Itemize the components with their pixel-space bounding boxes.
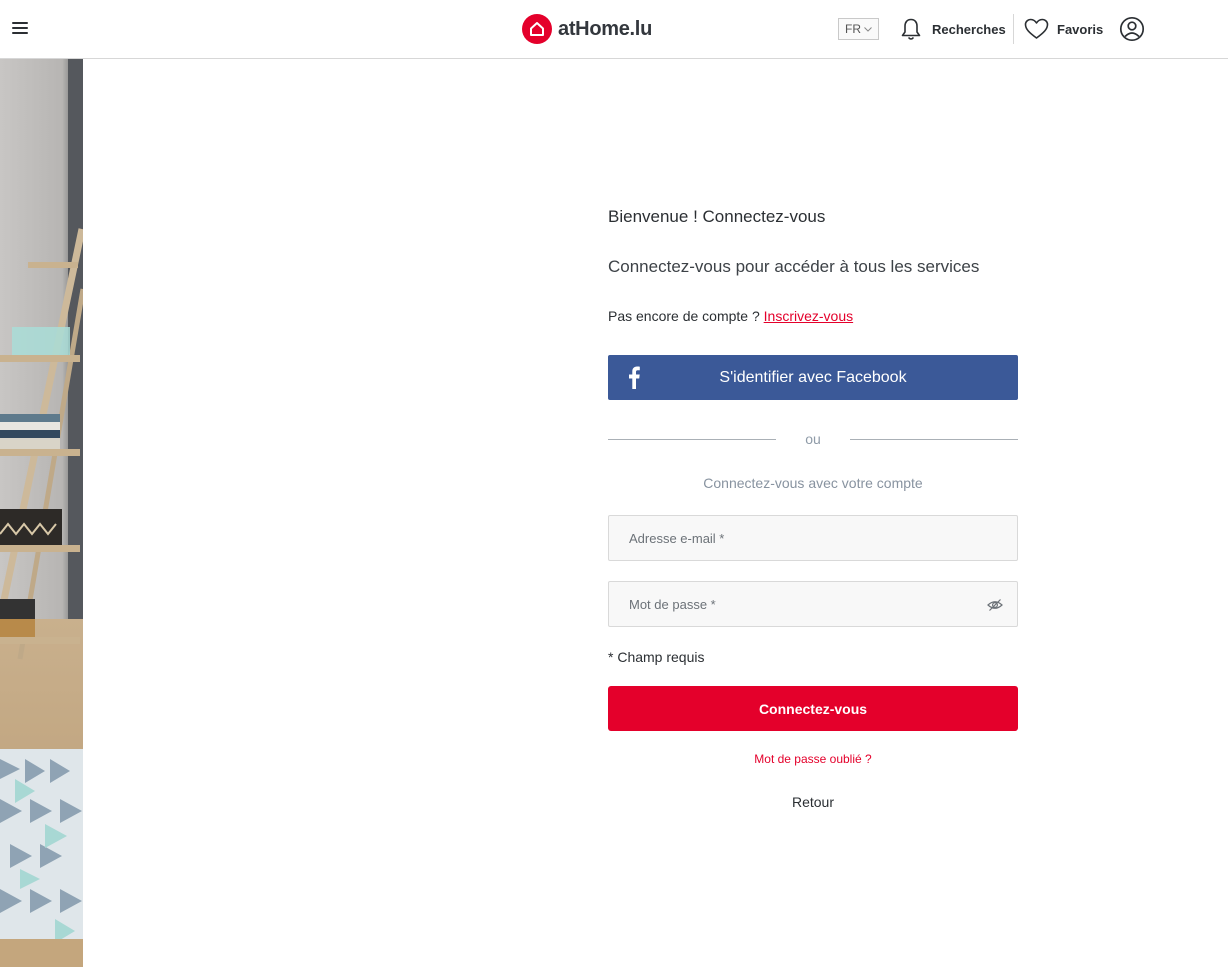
email-input[interactable] — [609, 516, 1017, 560]
top-header: atHome.lu FR Recherches Favoris — [0, 0, 1228, 59]
searches-link[interactable]: Recherches — [898, 14, 1006, 44]
hamburger-menu-icon[interactable] — [12, 22, 28, 36]
eye-slash-icon[interactable] — [987, 597, 1003, 613]
language-value: FR — [845, 22, 861, 36]
page-title: Bienvenue ! Connectez-vous — [608, 207, 826, 226]
facebook-icon — [629, 366, 640, 389]
chevron-down-icon — [864, 27, 872, 32]
back-link[interactable]: Retour — [608, 794, 1018, 810]
forgot-password-link[interactable]: Mot de passe oublié ? — [608, 752, 1018, 766]
language-selector[interactable]: FR — [838, 18, 879, 40]
account-login-hint: Connectez-vous avec votre compte — [703, 475, 923, 491]
signup-prompt: Pas encore de compte ? Inscrivez-vous — [608, 308, 853, 324]
favorites-label: Favoris — [1057, 21, 1104, 37]
house-logo-icon — [522, 14, 552, 44]
bell-icon — [901, 18, 921, 40]
site-logo[interactable]: atHome.lu — [522, 13, 652, 45]
required-note: * Champ requis — [608, 649, 705, 665]
no-account-text: Pas encore de compte ? — [608, 308, 760, 324]
page-subtitle: Connectez-vous pour accéder à tous les s… — [608, 257, 980, 276]
password-input[interactable] — [609, 582, 1017, 626]
signup-link[interactable]: Inscrivez-vous — [764, 308, 853, 324]
facebook-button-label: S'identifier avec Facebook — [719, 368, 907, 386]
logo-text: atHome.lu — [558, 17, 652, 40]
login-submit-button[interactable]: Connectez-vous — [608, 686, 1018, 731]
favorites-link[interactable]: Favoris — [1023, 14, 1103, 44]
email-field[interactable] — [608, 515, 1018, 561]
header-separator — [1013, 14, 1014, 44]
password-field[interactable] — [608, 581, 1018, 627]
facebook-login-button[interactable]: S'identifier avec Facebook — [608, 355, 1018, 400]
divider-line-right — [850, 439, 1018, 440]
user-account-icon[interactable] — [1119, 16, 1145, 42]
searches-label: Recherches — [932, 21, 1006, 37]
or-divider: ou — [608, 431, 1018, 451]
interior-photo — [0, 59, 83, 967]
heart-icon — [1024, 18, 1049, 39]
